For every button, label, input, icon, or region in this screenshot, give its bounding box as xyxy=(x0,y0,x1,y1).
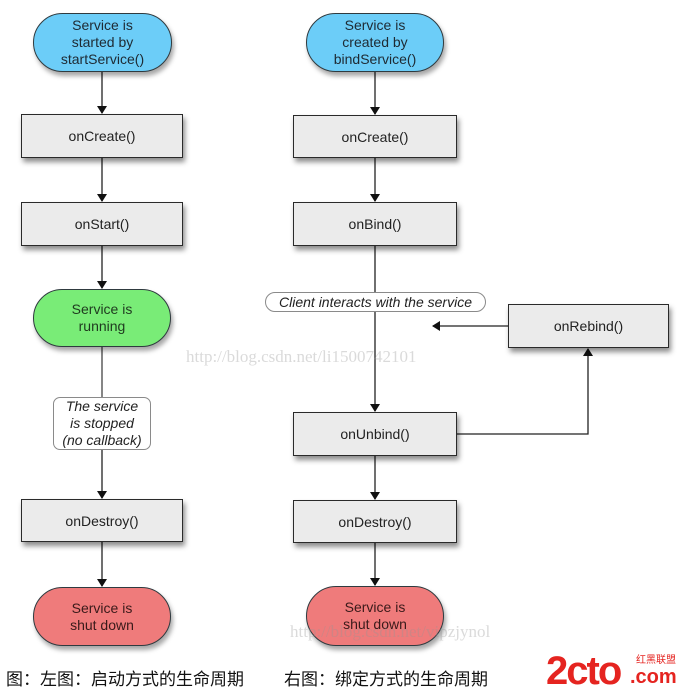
bind-service-node: Service is created by bindService() xyxy=(306,13,444,72)
left-oncreate-box: onCreate() xyxy=(21,114,183,158)
arrow-onunbind-to-onrebind xyxy=(457,348,593,435)
left-shutdown-node: Service is shut down xyxy=(33,587,171,646)
service-stopped-note: The service is stopped (no callback) xyxy=(53,397,151,450)
logo-sub-text: 红黑联盟 xyxy=(636,655,676,666)
left-onstart-box: onStart() xyxy=(21,202,183,246)
start-service-node: Service is started by startService() xyxy=(33,13,172,72)
onbind-box: onBind() xyxy=(293,202,457,246)
onrebind-box: onRebind() xyxy=(508,304,669,348)
left-ondestroy-box: onDestroy() xyxy=(21,499,183,542)
watermark-bottom: http://blog.csdn.net/vipzjynol xyxy=(290,622,491,641)
site-logo: 2cto 红黑联盟 .com xyxy=(546,651,684,693)
caption-left: 图：左图：启动方式的生命周期 xyxy=(6,670,244,689)
logo-domain-text: .com xyxy=(630,666,677,688)
service-running-node: Service is running xyxy=(33,289,171,347)
logo-main-text: 2cto xyxy=(546,649,622,693)
onunbind-box: onUnbind() xyxy=(293,412,457,456)
right-oncreate-box: onCreate() xyxy=(293,115,457,158)
caption-right: 右图：绑定方式的生命周期 xyxy=(284,670,488,689)
right-ondestroy-box: onDestroy() xyxy=(293,500,457,543)
watermark-middle: http://blog.csdn.net/li1500742101 xyxy=(186,347,417,366)
client-interacts-label: Client interacts with the service xyxy=(265,292,486,312)
